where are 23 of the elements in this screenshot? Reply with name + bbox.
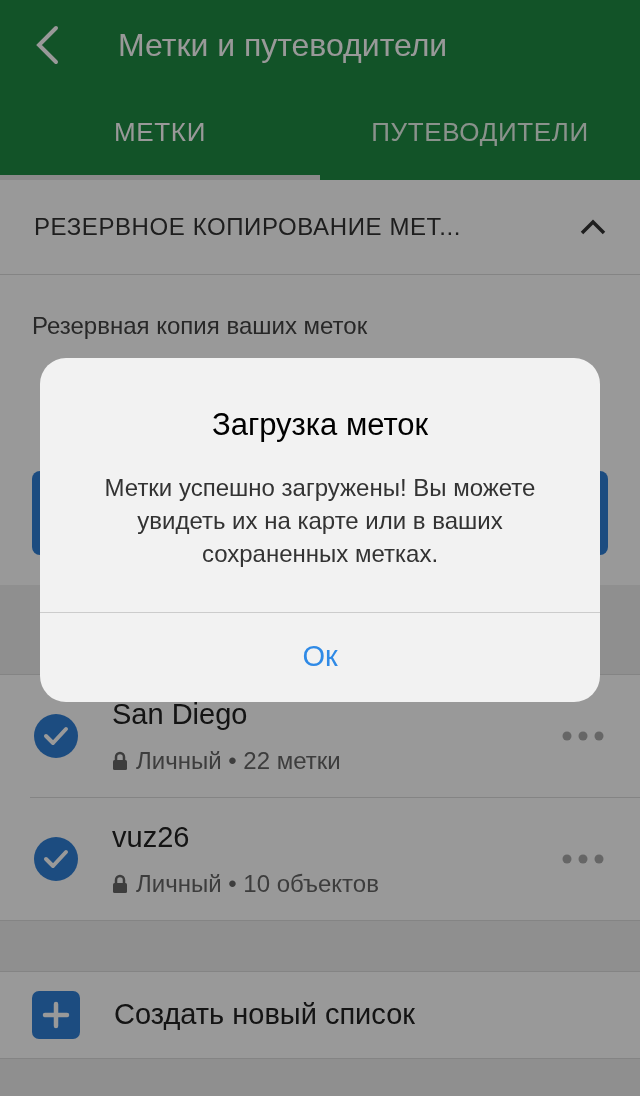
list-meta: Личный • 10 объектов [136, 868, 379, 899]
checked-circle-icon[interactable] [34, 714, 78, 758]
lock-icon [112, 750, 128, 771]
ok-button[interactable]: Ок [40, 611, 600, 702]
plus-icon [32, 991, 80, 1039]
lock-icon [112, 873, 128, 894]
more-icon[interactable] [562, 731, 604, 741]
backup-description: Резервная копия ваших меток [32, 311, 368, 341]
section-title: РЕЗЕРВНОЕ КОПИРОВАНИЕ МЕТ... [34, 212, 461, 242]
dialog-message: Метки успешно загружены! Вы можете увидеть их на карте или в ваших сохраненных метках. [104, 472, 536, 569]
more-icon[interactable] [562, 854, 604, 864]
chevron-up-icon[interactable] [580, 219, 606, 235]
list-name: vuz26 [112, 820, 191, 856]
screen-title: Метки и путеводители [118, 26, 448, 65]
section-header[interactable]: РЕЗЕРВНОЕ КОПИРОВАНИЕ МЕТ... [0, 180, 640, 275]
back-icon[interactable] [34, 25, 60, 65]
create-list-label: Создать новый список [114, 997, 415, 1033]
dialog-title: Загрузка меток [211, 406, 429, 444]
create-list-row[interactable]: Создать новый список [0, 971, 640, 1059]
checked-circle-icon[interactable] [34, 837, 78, 881]
list-row[interactable]: vuz26 Личный • 10 объектов [0, 798, 640, 920]
list-row[interactable]: San Diego Личный • 22 метки [0, 675, 640, 797]
list-meta: Личный • 22 метки [136, 745, 341, 776]
